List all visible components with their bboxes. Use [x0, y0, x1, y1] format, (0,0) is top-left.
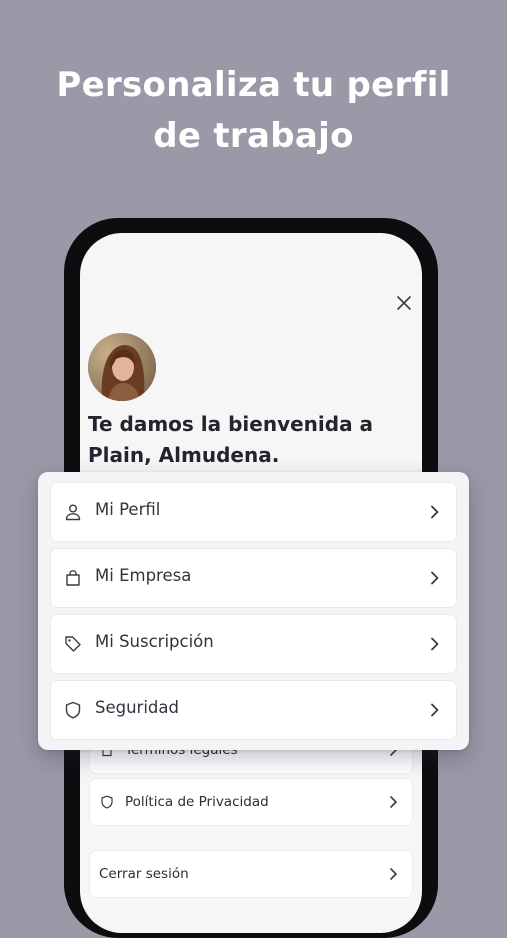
menu-item-label: Mi Perfil [95, 500, 161, 519]
menu-item-cerrar-sesion[interactable]: Cerrar sesión [90, 851, 412, 897]
chevron-right-icon [390, 868, 397, 880]
headline-line-2: de trabajo [153, 116, 354, 156]
chevron-right-icon [390, 796, 397, 808]
menu-item-mi-empresa[interactable]: Mi Empresa [51, 549, 456, 607]
menu-item-mi-perfil[interactable]: Mi Perfil [51, 483, 456, 541]
menu-item-label: Cerrar sesión [99, 866, 189, 882]
user-icon [65, 504, 81, 521]
menu-item-politica-privacidad[interactable]: Política de Privacidad [90, 779, 412, 825]
avatar[interactable] [88, 333, 156, 401]
menu-item-label: Mi Empresa [95, 566, 192, 585]
shield-icon [65, 701, 81, 719]
headline: Personaliza tu perfil de trabajo [0, 60, 507, 162]
chevron-right-icon [431, 571, 439, 585]
close-icon[interactable] [394, 293, 414, 313]
menu-item-label: Política de Privacidad [125, 794, 269, 810]
welcome-line-1: Te damos la bienvenida a [88, 412, 374, 436]
shield-icon [101, 795, 113, 809]
chevron-right-icon [431, 637, 439, 651]
menu-item-label: Mi Suscripción [95, 632, 214, 651]
menu-item-seguridad[interactable]: Seguridad [51, 681, 456, 739]
account-menu-card: Mi Perfil Mi Empresa Mi Suscripción Segu… [38, 472, 469, 750]
tag-icon [65, 636, 81, 652]
welcome-message: Te damos la bienvenida a Plain, Almudena… [88, 409, 408, 471]
welcome-line-2: Plain, Almudena. [88, 443, 280, 467]
bag-icon [66, 570, 80, 586]
menu-item-mi-suscripcion[interactable]: Mi Suscripción [51, 615, 456, 673]
menu-item-label: Seguridad [95, 698, 179, 717]
headline-line-1: Personaliza tu perfil [56, 65, 451, 105]
chevron-right-icon [431, 505, 439, 519]
chevron-right-icon [431, 703, 439, 717]
avatar-photo [88, 333, 156, 401]
